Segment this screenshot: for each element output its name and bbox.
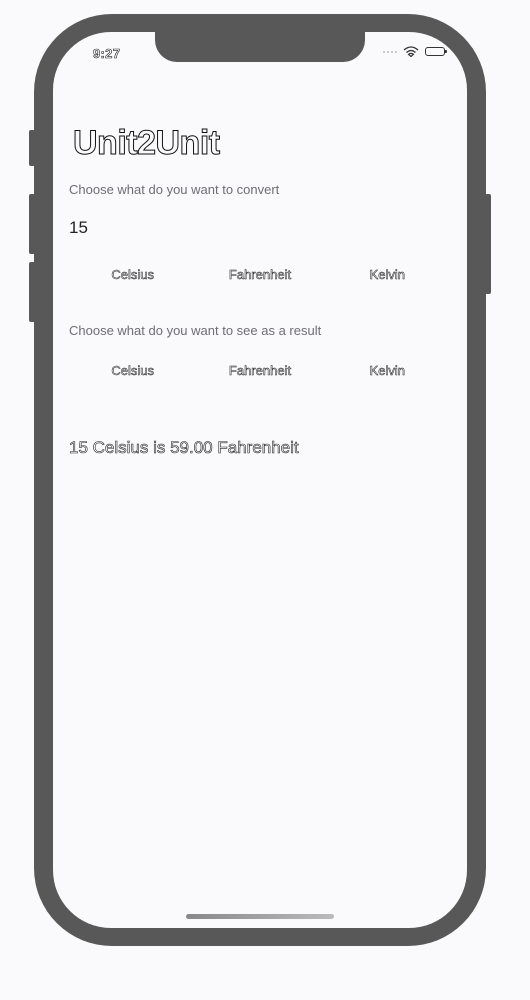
input-unit-celsius[interactable]: Celsius xyxy=(69,259,196,289)
cellular-signal-icon xyxy=(383,50,397,53)
input-unit-prompt: Choose what do you want to convert xyxy=(69,182,280,197)
home-indicator[interactable] xyxy=(186,914,334,919)
input-unit-picker[interactable]: Celsius Fahrenheit Kelvin xyxy=(69,259,451,289)
amount-input[interactable]: 15 xyxy=(69,218,88,238)
output-unit-picker[interactable]: Celsius Fahrenheit Kelvin xyxy=(69,355,451,385)
status-icons xyxy=(383,46,447,57)
status-time: 9:27 xyxy=(93,46,121,62)
volume-up-button xyxy=(29,194,35,254)
volume-down-button xyxy=(29,262,35,322)
screen: 9:27 Unit2Unit Choose what do you want t… xyxy=(53,32,467,928)
conversion-result: 15 Celsius is 59.00 Fahrenheit xyxy=(69,438,299,458)
power-button xyxy=(485,194,491,294)
notch xyxy=(155,32,365,62)
input-unit-kelvin[interactable]: Kelvin xyxy=(324,259,451,289)
output-unit-celsius[interactable]: Celsius xyxy=(69,355,196,385)
output-unit-prompt: Choose what do you want to see as a resu… xyxy=(69,323,322,338)
silent-switch xyxy=(29,130,35,166)
output-unit-fahrenheit[interactable]: Fahrenheit xyxy=(196,355,323,385)
battery-icon xyxy=(425,47,447,56)
wifi-icon xyxy=(403,46,419,57)
input-unit-fahrenheit[interactable]: Fahrenheit xyxy=(196,259,323,289)
app-title: Unit2Unit xyxy=(73,124,221,163)
output-unit-kelvin[interactable]: Kelvin xyxy=(324,355,451,385)
